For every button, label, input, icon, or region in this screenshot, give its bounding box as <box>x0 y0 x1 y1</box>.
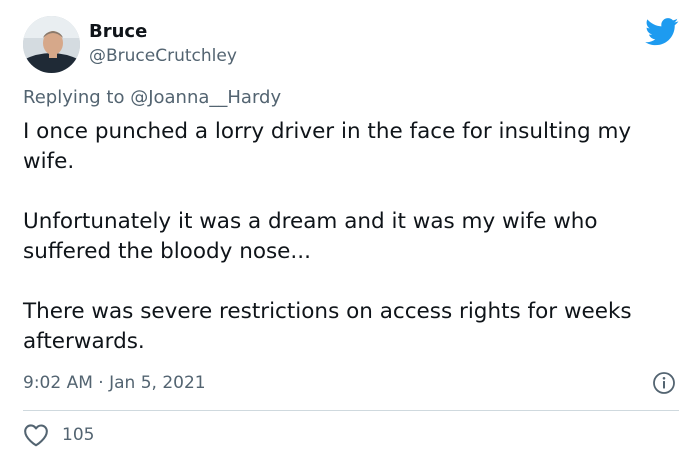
author-handle[interactable]: @BruceCrutchley <box>89 45 237 67</box>
tweet-card: Bruce @BruceCrutchley Replying to @Joann… <box>0 0 700 463</box>
divider <box>23 410 679 411</box>
tweet-body: I once punched a lorry driver in the fac… <box>23 117 683 357</box>
tweet-paragraph: There was severe restrictions on access … <box>23 299 632 354</box>
heart-icon[interactable] <box>23 423 49 447</box>
tweet-paragraph: I once punched a lorry driver in the fac… <box>23 119 632 174</box>
tweet-paragraph: Unfortunately it was a dream and it was … <box>23 209 598 264</box>
tweet-timestamp[interactable]: 9:02 AM · Jan 5, 2021 <box>23 371 206 395</box>
user-avatar-image <box>23 16 80 73</box>
like-count: 105 <box>62 425 95 445</box>
author-name[interactable]: Bruce <box>89 20 147 44</box>
reply-prefix: Replying to <box>23 87 131 108</box>
reply-mention-link[interactable]: @Joanna__Hardy <box>130 87 281 108</box>
avatar[interactable] <box>23 16 80 73</box>
reply-context: Replying to @Joanna__Hardy <box>23 86 281 110</box>
twitter-bird-icon[interactable] <box>645 18 679 46</box>
info-icon[interactable] <box>652 371 676 395</box>
